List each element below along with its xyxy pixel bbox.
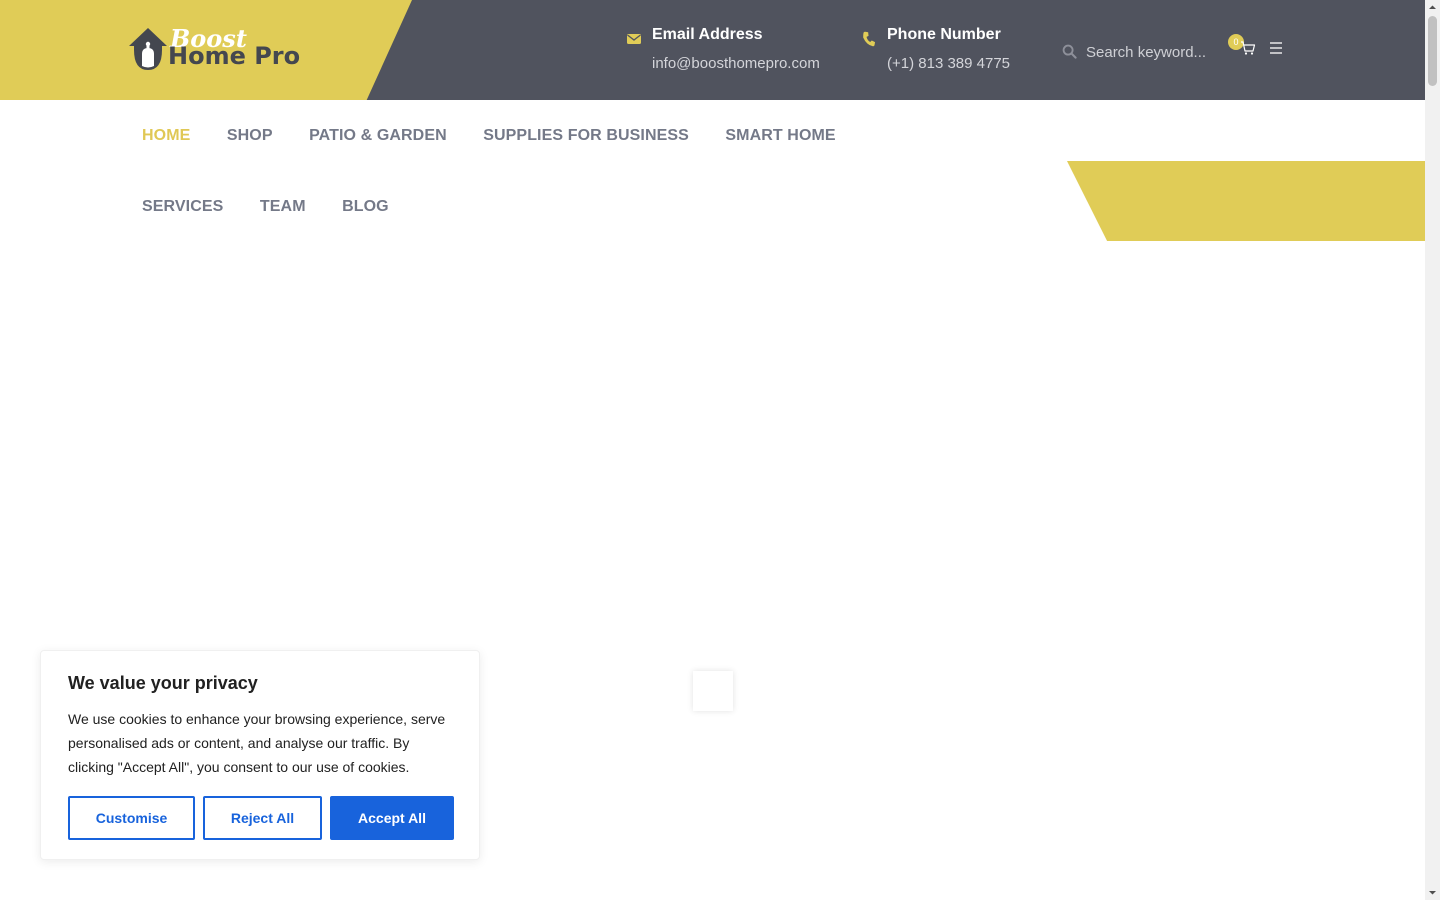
phone-value[interactable]: (+1) 813 389 4775 <box>887 55 1010 72</box>
loading-placeholder <box>693 671 733 711</box>
phone-label: Phone Number <box>887 26 1001 43</box>
cookie-consent-banner: We value your privacy We use cookies to … <box>40 650 480 860</box>
nav-item-services[interactable]: SERVICES <box>142 171 223 243</box>
search-icon[interactable] <box>1062 44 1077 59</box>
nav-item-team[interactable]: TEAM <box>260 171 306 243</box>
scroll-up-arrow-icon[interactable] <box>1425 0 1440 15</box>
email-contact: Email Address info@boosthomepro.com <box>626 26 846 86</box>
customise-button[interactable]: Customise <box>68 796 195 840</box>
nav-row-1: HOME SHOP PATIO & GARDEN SUPPLIES FOR BU… <box>142 100 868 172</box>
nav-item-supplies-for-business[interactable]: SUPPLIES FOR BUSINESS <box>483 100 689 172</box>
logo-main-text: Home Pro <box>168 42 301 70</box>
scrollbar-thumb[interactable] <box>1428 16 1437 86</box>
vertical-scrollbar[interactable] <box>1425 0 1440 900</box>
phone-contact: Phone Number (+1) 813 389 4775 <box>861 26 1041 86</box>
hamburger-icon[interactable] <box>1268 40 1284 56</box>
cookie-title: We value your privacy <box>68 673 258 693</box>
page: Boost Home Pro Email Address info@boosth… <box>0 0 1425 900</box>
search-input[interactable] <box>1086 38 1220 66</box>
nav-item-home[interactable]: HOME <box>142 100 190 172</box>
house-logo-icon <box>129 28 167 70</box>
decorative-yellow-band <box>1067 161 1425 241</box>
reject-all-button[interactable]: Reject All <box>203 796 322 840</box>
phone-icon <box>863 31 876 47</box>
scroll-down-arrow-icon[interactable] <box>1425 885 1440 900</box>
search-box <box>1060 38 1220 66</box>
nav-item-patio-garden[interactable]: PATIO & GARDEN <box>309 100 447 172</box>
accept-all-button[interactable]: Accept All <box>330 796 454 840</box>
nav-item-shop[interactable]: SHOP <box>227 100 273 172</box>
site-logo[interactable]: Boost Home Pro <box>128 24 308 74</box>
cookie-description: We use cookies to enhance your browsing … <box>68 711 446 775</box>
email-value[interactable]: info@boosthomepro.com <box>652 55 820 72</box>
nav-item-blog[interactable]: BLOG <box>342 171 389 243</box>
nav-item-smart-home[interactable]: SMART HOME <box>725 100 835 172</box>
email-label: Email Address <box>652 26 763 43</box>
top-header: Boost Home Pro Email Address info@boosth… <box>0 0 1425 100</box>
cart-icon <box>1241 41 1256 55</box>
nav-row-2: SERVICES TEAM BLOG <box>142 171 421 243</box>
cart-button[interactable]: 0 <box>1228 34 1258 62</box>
envelope-icon <box>627 34 641 44</box>
